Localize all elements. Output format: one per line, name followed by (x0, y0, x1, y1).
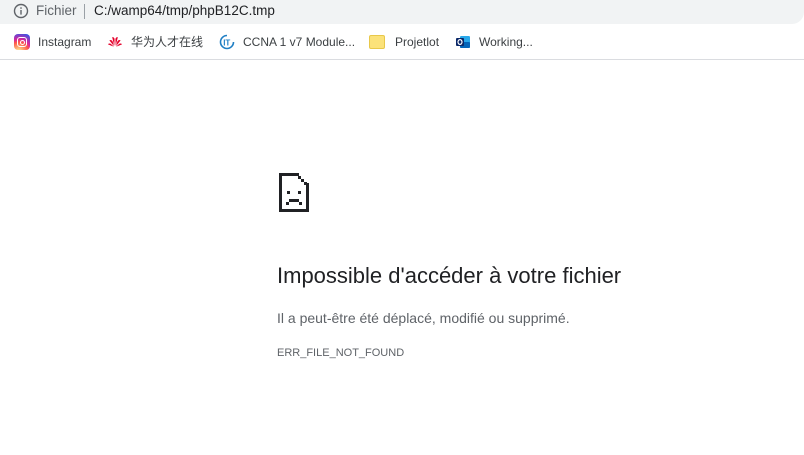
bookmark-working[interactable]: Working... (455, 32, 533, 52)
bookmarks-bar: Instagram 华为人才在线 IT CCNA 1 v7 Module... … (0, 24, 804, 60)
sad-file-icon (277, 171, 311, 213)
bookmark-label: 华为人才在线 (131, 35, 204, 49)
huawei-icon (107, 34, 123, 50)
bookmark-label: Working... (479, 35, 533, 49)
address-separator (84, 4, 85, 19)
error-description: Il a peut-être été déplacé, modifié ou s… (277, 310, 570, 326)
ccna-icon: IT (219, 34, 235, 50)
bookmark-label: Instagram (38, 35, 92, 49)
bookmark-instagram[interactable]: Instagram (14, 32, 91, 52)
error-title: Impossible d'accéder à votre fichier (277, 263, 622, 288)
outlook-icon (455, 34, 471, 50)
bookmark-label: Projetlot (395, 35, 440, 49)
bookmark-huawei[interactable]: 华为人才在线 (107, 32, 203, 52)
site-info-label[interactable]: Fichier (36, 3, 77, 19)
address-bar[interactable]: Fichier C:/wamp64/tmp/phpB12C.tmp (0, 0, 804, 24)
bookmark-label: CCNA 1 v7 Module... (243, 35, 356, 49)
info-icon[interactable] (13, 3, 29, 19)
bookmark-projetlot[interactable]: Projetlot (369, 32, 439, 52)
bookmark-ccna[interactable]: IT CCNA 1 v7 Module... (219, 32, 355, 52)
svg-text:IT: IT (223, 38, 230, 47)
error-code: ERR_FILE_NOT_FOUND (277, 347, 405, 359)
instagram-icon (14, 34, 30, 50)
folder-icon (369, 35, 385, 49)
url-text[interactable]: C:/wamp64/tmp/phpB12C.tmp (94, 3, 275, 19)
